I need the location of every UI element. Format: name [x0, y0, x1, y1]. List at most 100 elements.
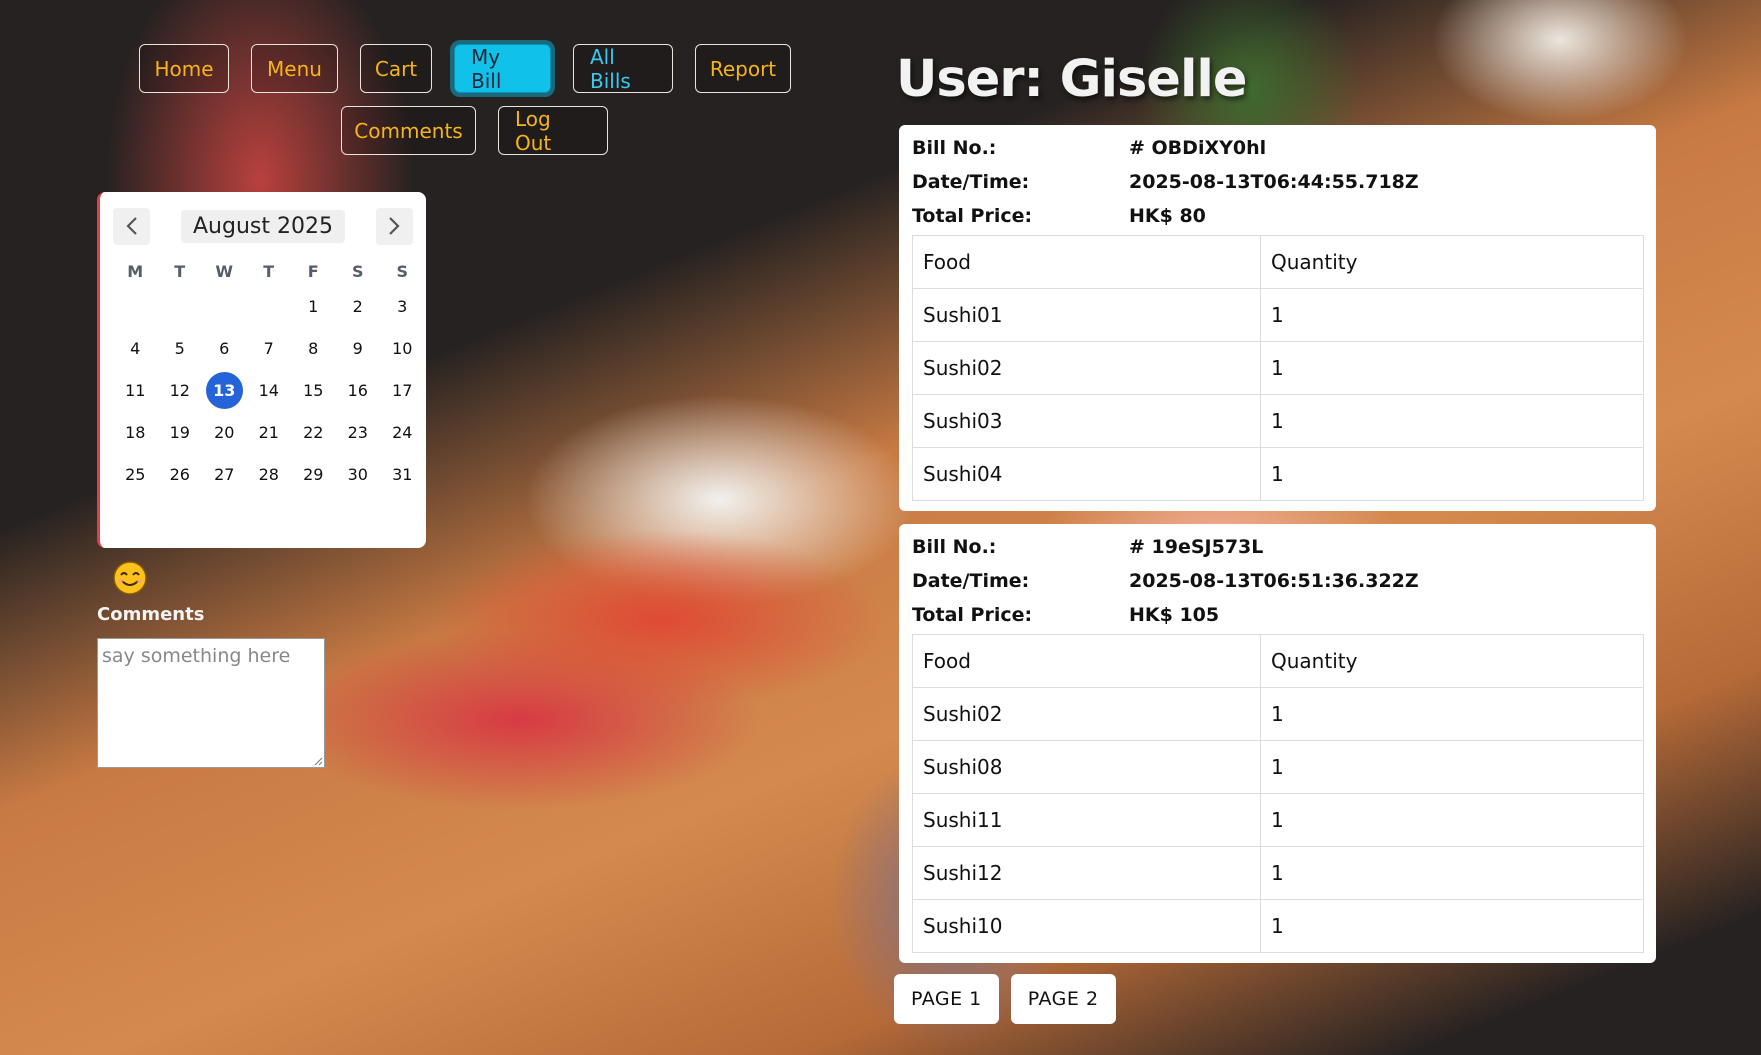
food-cell: Sushi08	[912, 740, 1261, 794]
calendar-weekday-label: F	[307, 262, 319, 281]
calendar-day-number: 23	[347, 423, 368, 442]
table-row: Sushi01 1	[912, 288, 1644, 342]
nav-home-button[interactable]: Home	[139, 44, 229, 93]
calendar-day-number: 8	[308, 339, 319, 358]
page-2-button[interactable]: PAGE 2	[1010, 974, 1116, 1024]
calendar-day[interactable]: 9	[336, 328, 381, 370]
calendar-day-number: 12	[169, 381, 190, 400]
calendar-weekday-label: S	[351, 262, 364, 281]
calendar-day[interactable]: 8	[291, 328, 336, 370]
calendar-day[interactable]: 11	[113, 370, 158, 412]
bill-datetime-label: Date/Time:	[912, 570, 1030, 592]
table-header-row: Food Quantity	[912, 235, 1644, 289]
bill-total-value: HK$ 105	[1129, 604, 1220, 626]
calendar-day-number: 6	[219, 339, 230, 358]
calendar-day-number: 11	[125, 381, 146, 400]
calendar-day-number: 13	[205, 372, 243, 409]
calendar-day[interactable]: 28	[247, 454, 292, 496]
bill-datetime-row: Date/Time: 2025-08-13T06:44:55.718Z	[912, 165, 1644, 199]
calendar-day[interactable]: 19	[158, 412, 203, 454]
calendar-day[interactable]: 6	[202, 328, 247, 370]
calendar-day[interactable]: 21	[247, 412, 292, 454]
calendar-day[interactable]: 15	[291, 370, 336, 412]
calendar-weekday-label: M	[127, 262, 144, 281]
comments-input[interactable]	[97, 638, 325, 768]
calendar-day-number: 28	[258, 465, 279, 484]
food-cell: Sushi10	[912, 899, 1261, 953]
calendar-day[interactable]: 29	[291, 454, 336, 496]
calendar-day[interactable]: 23	[336, 412, 381, 454]
calendar-day-number: 4	[130, 339, 141, 358]
bill-number-value: # OBDiXY0hl	[1129, 137, 1267, 159]
pagination: PAGE 1 PAGE 2	[894, 974, 1128, 1024]
calendar-day[interactable]: 2	[336, 286, 381, 328]
calendar-month-label[interactable]: August 2025	[181, 209, 345, 243]
calendar-prev-button[interactable]	[113, 207, 150, 245]
table-row: Sushi12 1	[912, 846, 1644, 900]
calendar-next-button[interactable]	[375, 207, 413, 245]
chevron-left-icon	[125, 217, 137, 235]
bill-number-label: Bill No.:	[912, 536, 997, 558]
calendar-day[interactable]: 7	[247, 328, 292, 370]
calendar-day-number: 14	[258, 381, 279, 400]
bill-number-row: Bill No.: # 19eSJ573L	[912, 530, 1644, 564]
calendar-day[interactable]: 12	[158, 370, 203, 412]
nav-cart-button[interactable]: Cart	[360, 44, 432, 93]
table-header-food: Food	[912, 634, 1261, 688]
calendar-day-number: 27	[214, 465, 235, 484]
nav-menu-button[interactable]: Menu	[251, 44, 338, 93]
nav-row-primary: Home Menu Cart My Bill All Bills Report	[139, 44, 813, 93]
calendar-day[interactable]: 20	[202, 412, 247, 454]
calendar-day-number: 3	[397, 297, 408, 316]
bill-card: Bill No.: # OBDiXY0hl Date/Time: 2025-08…	[899, 125, 1656, 511]
bill-number-row: Bill No.: # OBDiXY0hl	[912, 131, 1644, 165]
calendar-weekday-label: S	[396, 262, 409, 281]
calendar-day[interactable]: 5	[158, 328, 203, 370]
calendar-day-number: 16	[347, 381, 368, 400]
chevron-right-icon	[389, 217, 401, 235]
nav-logout-button[interactable]: Log Out	[498, 106, 608, 155]
nav-my-bill-button[interactable]: My Bill	[454, 44, 551, 93]
calendar-day[interactable]: 14	[247, 370, 292, 412]
calendar-day-selected[interactable]: 13	[202, 370, 247, 412]
bill-number-label: Bill No.:	[912, 137, 997, 159]
calendar-day[interactable]: 1	[291, 286, 336, 328]
food-cell: Sushi04	[912, 447, 1261, 501]
calendar-day[interactable]: 10	[380, 328, 425, 370]
calendar-day[interactable]: 18	[113, 412, 158, 454]
calendar-day-number: 9	[352, 339, 363, 358]
calendar-day[interactable]: 17	[380, 370, 425, 412]
calendar-day-number: 22	[303, 423, 324, 442]
calendar-day-number: 17	[392, 381, 413, 400]
calendar-day[interactable]: 30	[336, 454, 381, 496]
calendar-day-number: 20	[214, 423, 235, 442]
calendar-day-number: 18	[125, 423, 146, 442]
nav-all-bills-button[interactable]: All Bills	[573, 44, 673, 93]
calendar-day[interactable]: 31	[380, 454, 425, 496]
nav-comments-button[interactable]: Comments	[341, 106, 476, 155]
calendar-day[interactable]: 16	[336, 370, 381, 412]
calendar-day-number: 24	[392, 423, 413, 442]
nav-report-button[interactable]: Report	[695, 44, 791, 93]
table-row: Sushi11 1	[912, 793, 1644, 847]
calendar-day[interactable]: 25	[113, 454, 158, 496]
calendar-day[interactable]: 27	[202, 454, 247, 496]
calendar-grid: M T W T F S S 1 2 3 4 5 6 7 8 9 10 11 12 13 14 15 16 17 18 19 20 21…	[113, 258, 413, 496]
bill-datetime-value: 2025-08-13T06:44:55.718Z	[1129, 171, 1419, 193]
resize-grip-icon[interactable]	[313, 756, 323, 766]
quantity-cell: 1	[1260, 341, 1644, 395]
bill-datetime-label: Date/Time:	[912, 171, 1030, 193]
calendar-day[interactable]: 26	[158, 454, 203, 496]
calendar-day[interactable]: 3	[380, 286, 425, 328]
table-row: Sushi02 1	[912, 341, 1644, 395]
calendar-day-number: 19	[169, 423, 190, 442]
table-header-quantity: Quantity	[1260, 235, 1644, 289]
calendar-day[interactable]: 22	[291, 412, 336, 454]
page-1-button[interactable]: PAGE 1	[894, 974, 999, 1024]
quantity-cell: 1	[1260, 288, 1644, 342]
calendar-day-number: 5	[174, 339, 185, 358]
calendar-day[interactable]: 4	[113, 328, 158, 370]
calendar-day[interactable]: 24	[380, 412, 425, 454]
calendar-empty-cell	[158, 286, 203, 328]
table-row: Sushi10 1	[912, 899, 1644, 953]
